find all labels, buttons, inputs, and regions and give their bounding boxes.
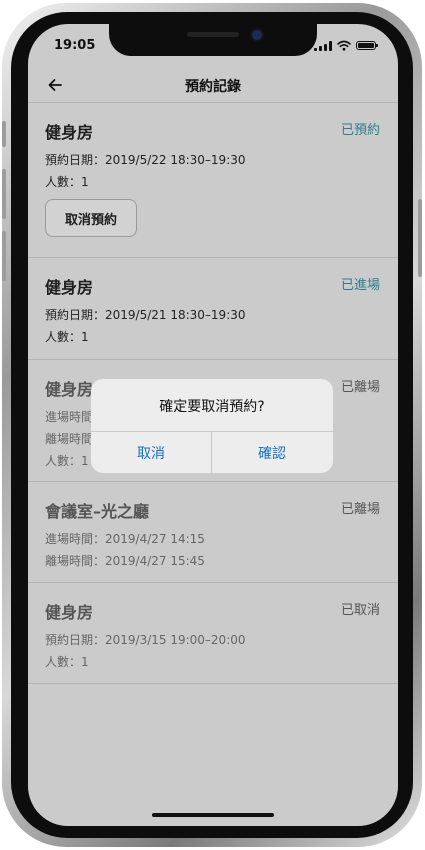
dialog-message: 確定要取消預約?	[159, 399, 265, 415]
speaker	[187, 32, 239, 37]
status-badge: 已離場	[340, 502, 380, 517]
volume-down-button	[2, 231, 6, 281]
dialog-confirm-button[interactable]: 確認	[212, 432, 332, 473]
notch	[109, 24, 317, 56]
status-badge: 已離場	[340, 380, 380, 395]
status-icons	[314, 40, 378, 51]
battery-icon	[356, 41, 378, 50]
record-entry-time: 進場時間	[45, 410, 94, 424]
record-item: 會議室–光之廳 已離場 進場時間：2019/4/27 14:15 離場時間：20…	[28, 482, 398, 583]
power-button	[418, 199, 422, 277]
record-date: 預約日期：2019/5/22 18:30–19:30	[45, 153, 246, 167]
wifi-icon	[337, 40, 351, 51]
volume-up-button	[2, 169, 6, 219]
record-people: 人數：1	[45, 655, 89, 669]
record-title: 健身房	[45, 123, 94, 142]
record-title: 會議室–光之廳	[45, 502, 150, 521]
record-people: 人數：1	[45, 330, 89, 344]
signal-icon	[314, 40, 332, 51]
cancel-reservation-button[interactable]: 取消預約	[45, 199, 137, 237]
record-people: 人數：1	[45, 454, 89, 468]
record-exit-time: 離場時間	[45, 432, 94, 446]
page-title: 預約記錄	[185, 79, 241, 95]
record-item: 健身房 已進場 預約日期：2019/5/21 18:30–19:30 人數：1	[28, 258, 398, 360]
status-time: 19:05	[54, 38, 96, 53]
record-date: 預約日期：2019/5/21 18:30–19:30	[45, 308, 246, 322]
record-exit-time: 離場時間：2019/4/27 15:45	[45, 554, 205, 568]
status-badge: 已進場	[340, 278, 380, 293]
record-title: 健身房	[45, 603, 94, 622]
record-entry-time: 進場時間：2019/4/27 14:15	[45, 532, 205, 546]
record-title: 健身房	[45, 380, 94, 399]
record-item: 健身房 已取消 預約日期：2019/3/15 19:00–20:00 人數：1	[28, 583, 398, 684]
confirm-dialog: 確定要取消預約? 取消 確認	[91, 379, 333, 473]
camera-icon	[252, 30, 262, 40]
record-item: 健身房 已預約 預約日期：2019/5/22 18:30–19:30 人數：1 …	[28, 103, 398, 258]
dialog-cancel-button[interactable]: 取消	[91, 432, 211, 473]
silent-switch	[2, 121, 6, 147]
screen: 19:05 預約記錄 健身房 已預約 預約日期：2019/5/22 18:30–…	[28, 24, 398, 826]
status-badge: 已取消	[340, 603, 380, 618]
status-badge: 已預約	[340, 123, 380, 138]
record-date: 預約日期：2019/3/15 19:00–20:00	[45, 633, 246, 647]
home-indicator[interactable]	[152, 813, 274, 817]
record-title: 健身房	[45, 278, 94, 297]
nav-bar: 預約記錄	[28, 68, 398, 103]
record-people: 人數：1	[45, 175, 89, 189]
